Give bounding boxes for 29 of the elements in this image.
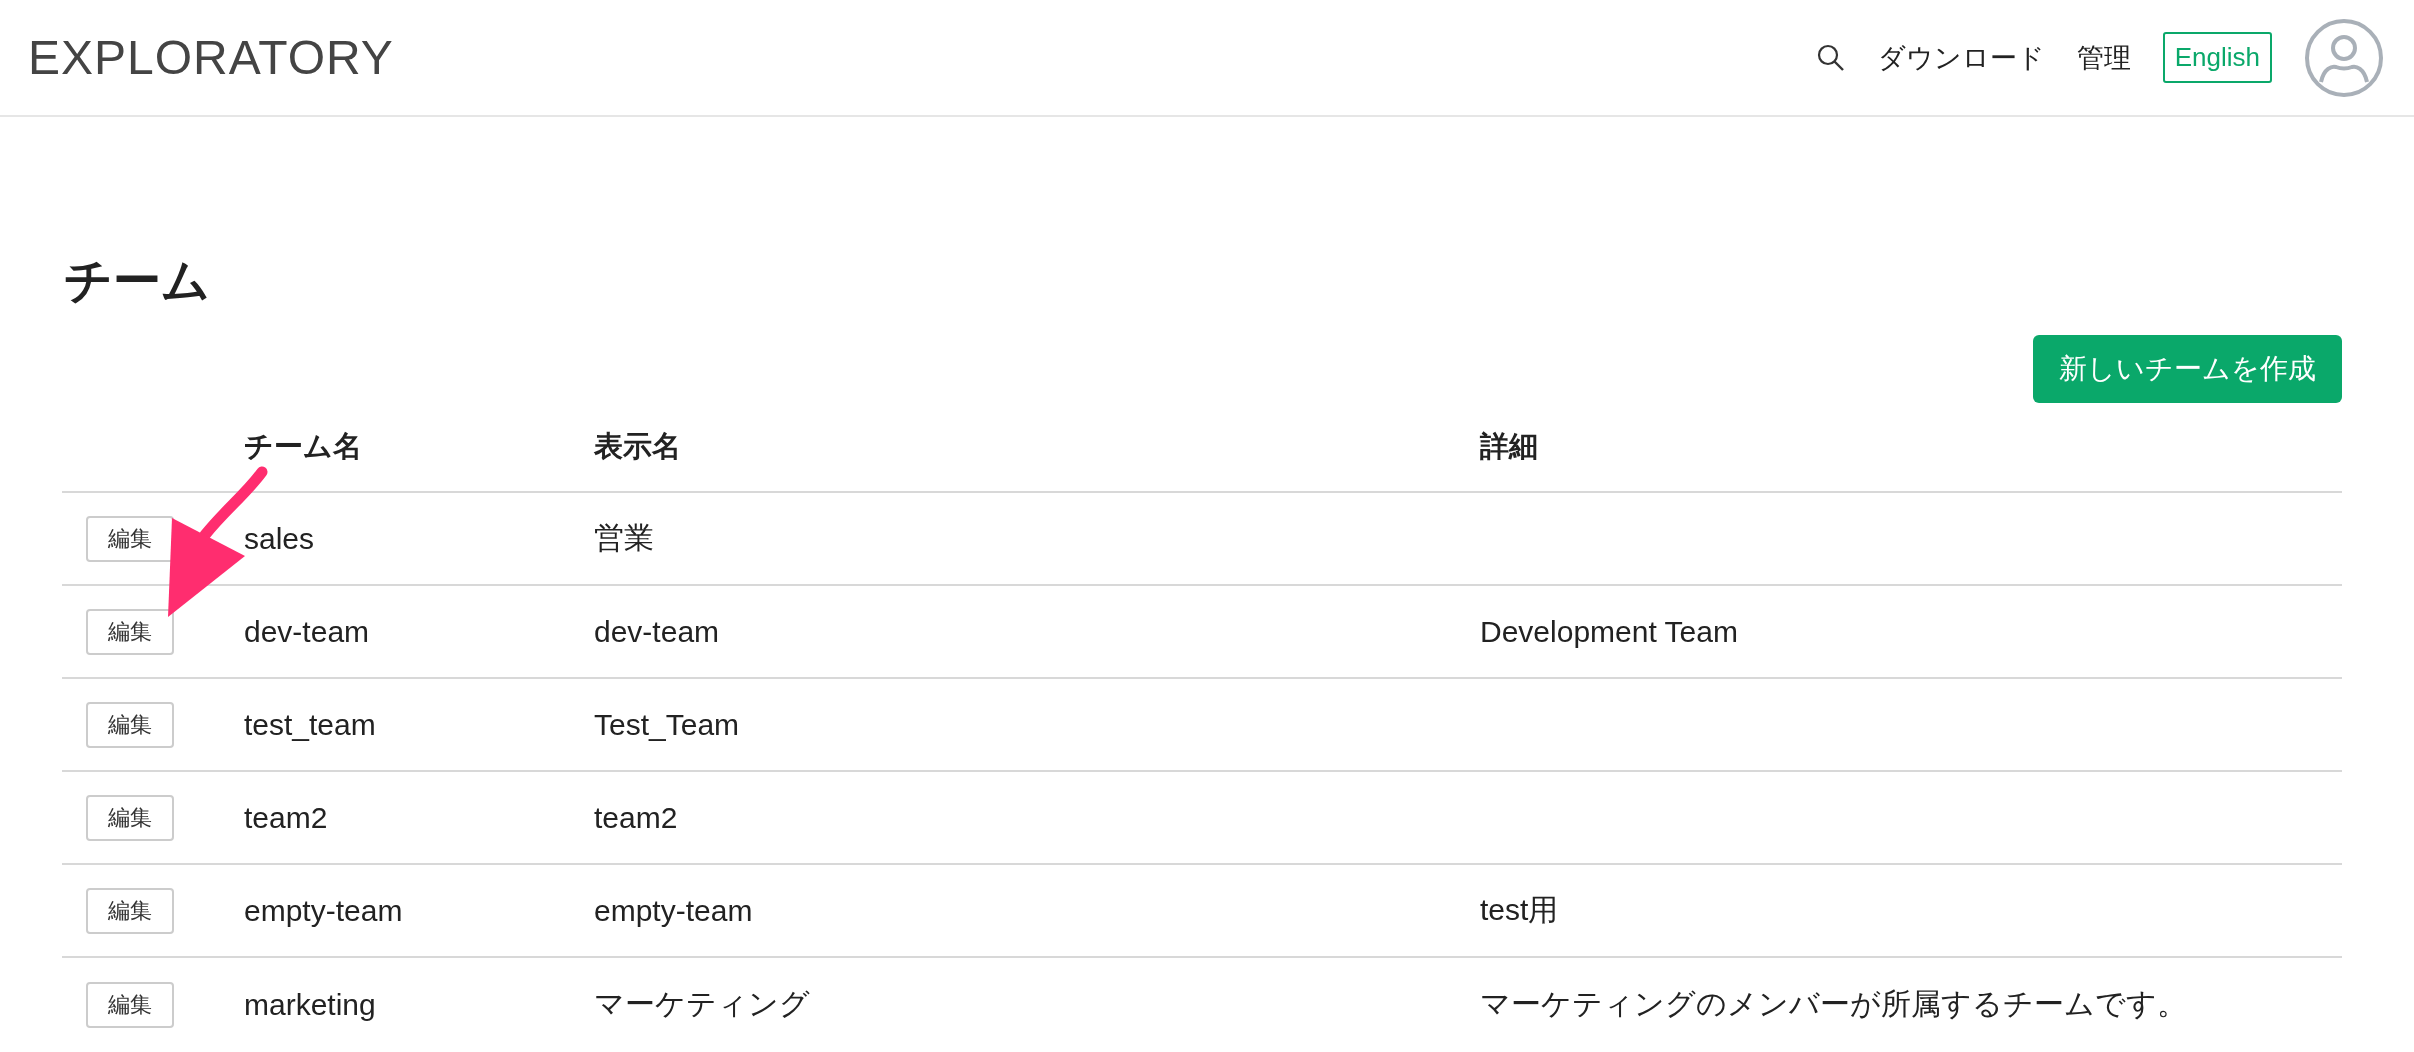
team-name: marketing bbox=[244, 987, 376, 1021]
edit-button[interactable]: 編集 bbox=[86, 794, 174, 841]
search-icon[interactable] bbox=[1815, 42, 1846, 73]
logo[interactable]: EXPLORATORY bbox=[28, 30, 394, 85]
column-header: 表示名 bbox=[594, 429, 682, 464]
edit-button[interactable]: 編集 bbox=[86, 887, 174, 934]
nav-link[interactable]: ダウンロード bbox=[1877, 39, 2045, 76]
team-name: team2 bbox=[244, 800, 328, 834]
column-header: チーム名 bbox=[244, 429, 363, 464]
team-details: test用 bbox=[1480, 893, 1559, 926]
edit-button[interactable]: 編集 bbox=[86, 981, 174, 1028]
team-details: マーケティングのメンバーが所属するチームです。 bbox=[1480, 987, 2187, 1020]
display-name: 営業 bbox=[594, 521, 654, 554]
team-name: test_team bbox=[244, 707, 376, 741]
display-name: team2 bbox=[594, 800, 678, 834]
team-name: empty-team bbox=[244, 893, 403, 927]
team-name: dev-team bbox=[244, 614, 370, 648]
nav-link[interactable]: 管理 bbox=[2076, 39, 2131, 76]
display-name: dev-team bbox=[594, 614, 720, 648]
edit-button[interactable]: 編集 bbox=[86, 608, 174, 655]
edit-button[interactable]: 編集 bbox=[86, 701, 174, 748]
page-title: チーム bbox=[64, 257, 211, 305]
column-header: 詳細 bbox=[1480, 429, 1539, 464]
team-details: Development Team bbox=[1480, 614, 1738, 648]
display-name: empty-team bbox=[594, 893, 753, 927]
team-name: sales bbox=[244, 521, 315, 555]
display-name: マーケティング bbox=[594, 987, 810, 1020]
edit-button[interactable]: 編集 bbox=[86, 515, 174, 562]
display-name: Test_Team bbox=[594, 707, 740, 741]
